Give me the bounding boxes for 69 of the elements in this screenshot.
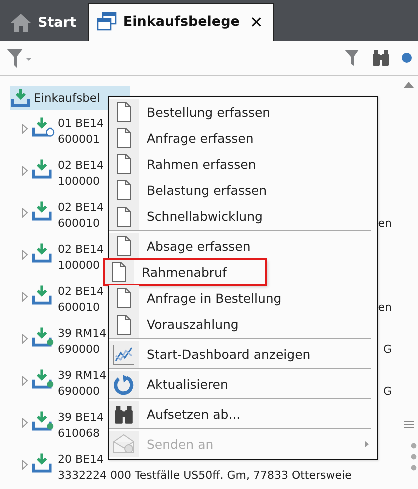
document-icon <box>112 262 126 282</box>
tree-item-subtitle: 3332224 000 Testfälle US50ff. Gm, 77833 Ottersweie <box>58 468 352 484</box>
download-tray-icon <box>31 410 55 432</box>
tab[interactable]: Einkaufsbelege ✕ <box>88 2 274 41</box>
submenu-arrow-icon <box>365 440 369 448</box>
expand-arrow-icon[interactable] <box>22 334 28 344</box>
download-tray-icon <box>11 88 31 108</box>
home-icon <box>10 12 32 33</box>
document-icon <box>117 206 131 226</box>
tree-item-subtitle: en <box>378 216 393 232</box>
filter-icon[interactable] <box>344 48 360 67</box>
download-tray-icon <box>31 242 55 264</box>
more-icon[interactable] <box>411 443 417 471</box>
download-tray-icon <box>31 326 55 348</box>
close-icon[interactable]: ✕ <box>250 12 264 32</box>
menu-icon[interactable] <box>404 421 414 429</box>
binoculars-icon <box>114 404 134 424</box>
menu-item[interactable]: Start-Dashboard anzeigen <box>109 341 371 369</box>
menu-item[interactable]: Schnellabwicklung <box>109 203 371 231</box>
tree-item-subtitle: 600010 <box>58 300 100 316</box>
menu-item[interactable]: Vorauszahlung <box>109 311 371 339</box>
menu-item[interactable]: Aufsetzen ab... <box>109 401 371 429</box>
menu-item[interactable]: Belastung erfassen <box>109 177 371 203</box>
tree-item-subtitle: 600010 <box>58 216 100 232</box>
document-icon <box>117 314 131 334</box>
document-icon <box>117 288 131 308</box>
download-tray-icon <box>31 452 55 474</box>
expand-arrow-icon[interactable] <box>22 460 28 470</box>
expand-arrow-icon[interactable] <box>22 250 28 260</box>
refresh-icon <box>113 374 135 396</box>
envelope-icon <box>113 434 135 454</box>
document-icon <box>117 154 131 174</box>
menu-item[interactable]: Rahmenabruf <box>104 259 266 285</box>
document-icon <box>117 180 131 200</box>
document-icon <box>117 128 131 148</box>
menu-item[interactable]: Aktualisieren <box>109 371 371 399</box>
expand-arrow-icon[interactable] <box>22 292 28 302</box>
tree-item-subtitle: 690000 <box>58 342 100 358</box>
line-chart-icon <box>113 344 135 366</box>
tree-item-subtitle: 600001 <box>58 132 100 148</box>
tree-item-subtitle: 100000 <box>58 174 100 190</box>
binoculars-icon[interactable] <box>372 48 390 67</box>
tree-item-subtitle: 100000 <box>58 258 100 274</box>
tree-item-subtitle: G <box>383 384 393 400</box>
expand-arrow-icon[interactable] <box>22 418 28 428</box>
expand-arrow-icon[interactable] <box>22 124 28 134</box>
windows-icon <box>97 12 118 32</box>
menu-item[interactable]: Anfrage in Bestellung <box>109 285 371 311</box>
download-tray-icon <box>31 368 55 390</box>
download-tray-icon <box>31 200 55 222</box>
tree-item-subtitle: 690000 <box>58 384 100 400</box>
tree-item-subtitle: G <box>383 342 393 358</box>
expand-arrow-icon[interactable] <box>22 376 28 386</box>
expand-arrow-icon[interactable] <box>22 166 28 176</box>
tree-item-subtitle: 610068 <box>58 426 100 442</box>
download-tray-icon <box>31 116 55 138</box>
tree-item-subtitle: en <box>378 300 393 316</box>
download-tray-icon <box>31 158 55 180</box>
menu-item[interactable]: Rahmen erfassen <box>109 151 371 177</box>
expand-arrow-icon[interactable] <box>22 208 28 218</box>
filter-dropdown-icon[interactable] <box>6 46 32 69</box>
scroll-up-icon[interactable] <box>404 82 414 88</box>
menu-item[interactable]: Absage erfassen <box>109 233 371 259</box>
tab[interactable]: Start <box>0 4 88 41</box>
download-tray-icon <box>31 284 55 306</box>
menu-item[interactable]: Anfrage erfassen <box>109 125 371 151</box>
status-dot <box>402 52 412 63</box>
document-icon <box>117 236 131 256</box>
document-icon <box>117 102 131 122</box>
